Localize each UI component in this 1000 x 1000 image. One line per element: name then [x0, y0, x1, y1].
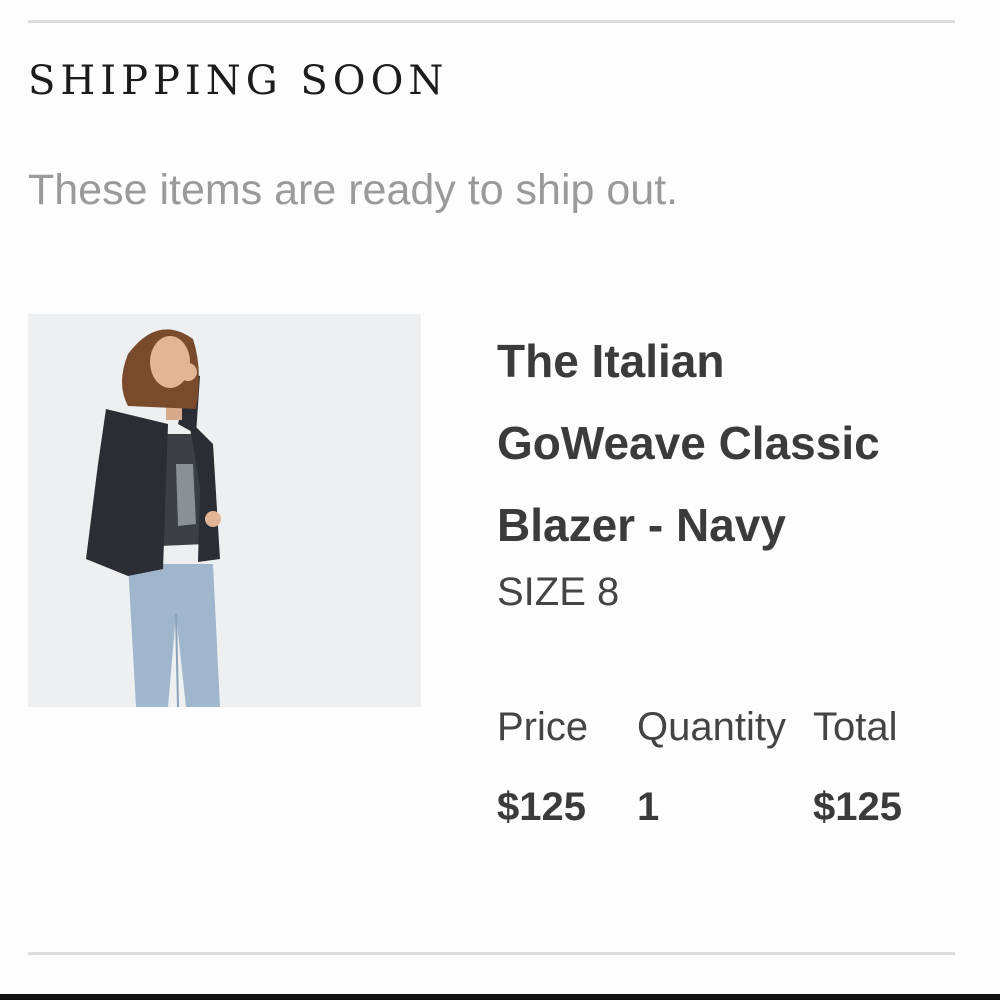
- product-image[interactable]: [28, 314, 421, 707]
- product-size: SIZE 8: [497, 570, 620, 614]
- quantity-label: Quantity: [637, 705, 786, 749]
- product-name[interactable]: The Italian GoWeave Classic Blazer - Nav…: [497, 320, 977, 566]
- shipping-soon-panel: SHIPPING SOON These items are ready to s…: [0, 0, 1000, 1000]
- price-value: $125: [497, 785, 586, 829]
- quantity-value: 1: [637, 785, 660, 829]
- window-bottom-edge: [0, 994, 1000, 1000]
- top-divider: [28, 20, 955, 23]
- product-photo-icon: [28, 314, 421, 707]
- total-label: Total: [813, 705, 898, 749]
- pricing-table: Price Quantity Total $125 1 $125: [497, 705, 977, 835]
- total-value: $125: [813, 785, 902, 829]
- section-subtext: These items are ready to ship out.: [28, 166, 679, 214]
- item-details: The Italian GoWeave Classic Blazer - Nav…: [497, 320, 977, 618]
- section-heading: SHIPPING SOON: [28, 58, 449, 104]
- bottom-divider: [28, 952, 955, 955]
- price-label: Price: [497, 705, 589, 749]
